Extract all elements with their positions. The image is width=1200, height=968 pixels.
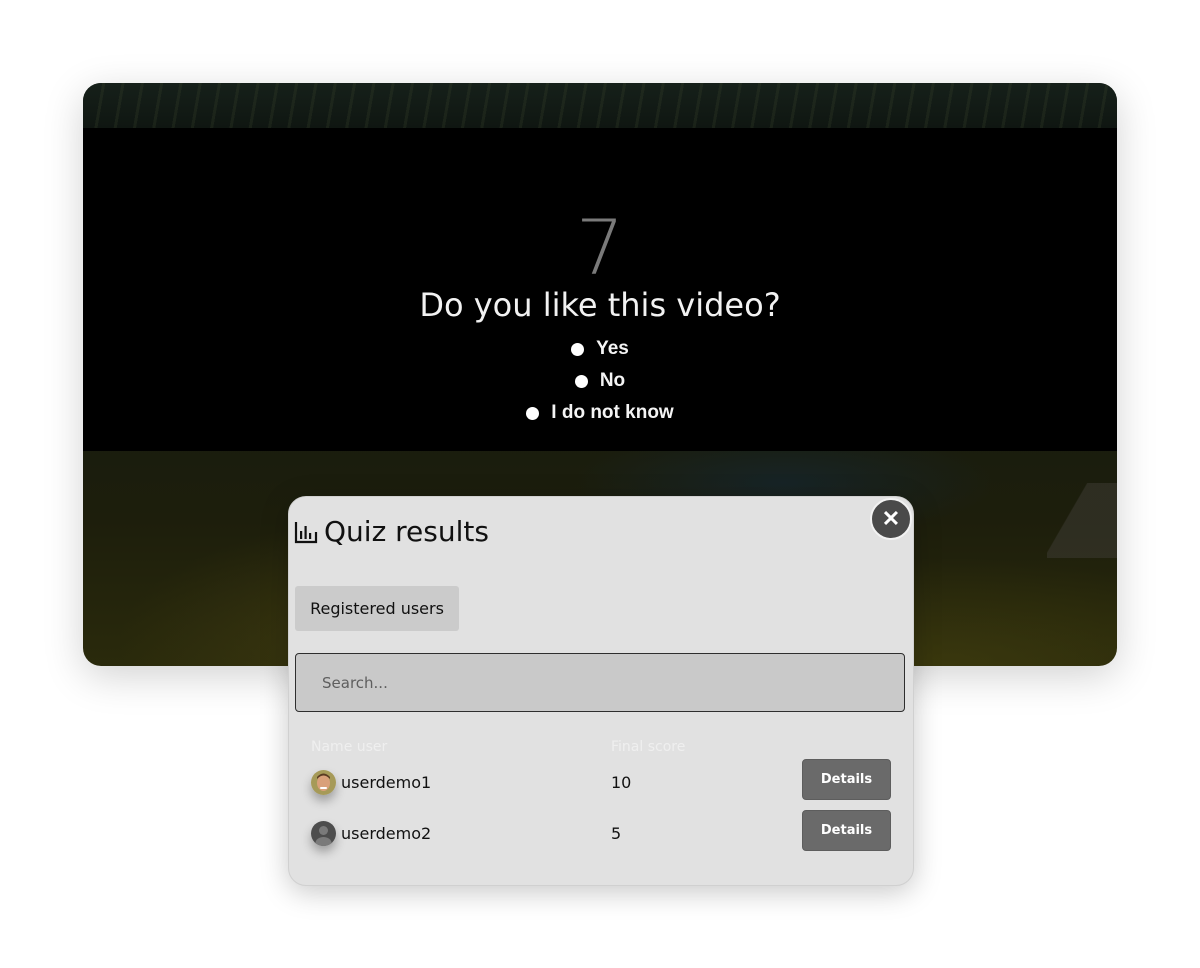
user-avatar bbox=[311, 821, 336, 846]
countdown-timer: 7 bbox=[575, 203, 625, 292]
table-row: userdemo2 5 Details bbox=[289, 810, 913, 867]
details-button[interactable]: Details bbox=[802, 810, 891, 851]
video-frame-top bbox=[83, 83, 1117, 128]
user-avatar bbox=[311, 770, 336, 795]
user-name: userdemo2 bbox=[341, 824, 432, 843]
video-background-detail bbox=[1047, 483, 1117, 558]
radio-button[interactable] bbox=[574, 374, 588, 388]
quiz-results-modal: Quiz results ✕ Registered users Name use… bbox=[288, 496, 914, 886]
close-icon: ✕ bbox=[881, 506, 901, 531]
modal-title-text: Quiz results bbox=[324, 515, 489, 548]
radio-button[interactable] bbox=[571, 342, 585, 356]
option-label: I do not know bbox=[551, 402, 674, 423]
quiz-option-unknown[interactable]: I do not know bbox=[83, 397, 1117, 429]
search-input[interactable] bbox=[295, 653, 905, 712]
quiz-overlay: 7 Do you like this video? Yes No I do no… bbox=[83, 128, 1117, 451]
quiz-option-yes[interactable]: Yes bbox=[83, 333, 1117, 365]
option-label: Yes bbox=[596, 338, 629, 359]
column-header-name: Name user bbox=[311, 739, 388, 755]
close-button[interactable]: ✕ bbox=[870, 498, 912, 540]
user-score: 5 bbox=[611, 824, 622, 843]
user-score: 10 bbox=[611, 773, 632, 792]
quiz-question: Do you like this video? bbox=[419, 286, 781, 324]
details-button[interactable]: Details bbox=[802, 759, 891, 800]
option-label: No bbox=[599, 370, 626, 391]
user-name: userdemo1 bbox=[341, 773, 432, 792]
modal-title: Quiz results bbox=[294, 515, 489, 548]
quiz-option-no[interactable]: No bbox=[83, 365, 1117, 397]
column-header-score: Final score bbox=[611, 739, 686, 755]
quiz-options: Yes No I do not know bbox=[83, 333, 1117, 429]
tab-registered-users[interactable]: Registered users bbox=[295, 586, 459, 631]
bar-chart-icon bbox=[294, 521, 318, 543]
default-avatar-icon bbox=[311, 821, 336, 846]
radio-button[interactable] bbox=[526, 406, 540, 420]
photo-avatar-icon bbox=[311, 770, 336, 795]
